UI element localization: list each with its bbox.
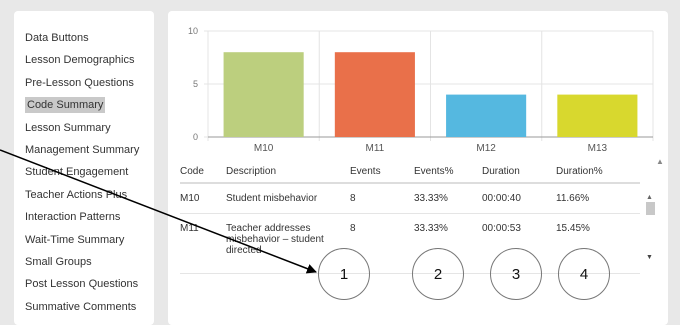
scroll-down-arrow-icon[interactable]: ▼ bbox=[646, 254, 653, 261]
header-code[interactable]: Code bbox=[180, 161, 226, 184]
table-header-row: Code Description Events Events% Duration… bbox=[180, 161, 640, 184]
sidebar-item-data-buttons[interactable]: Data Buttons bbox=[25, 27, 154, 49]
sidebar-item-student-engagement[interactable]: Student Engagement bbox=[25, 161, 154, 183]
bar-chart: 0 5 10 M10 M11 M12 M13 bbox=[188, 26, 654, 154]
sidebar-item-post-lesson-questions[interactable]: Post Lesson Questions bbox=[25, 273, 154, 295]
header-events[interactable]: Events bbox=[348, 161, 414, 184]
sidebar-item-wait-time-summary[interactable]: Wait-Time Summary bbox=[25, 229, 154, 251]
annotation-circle-2: 2 bbox=[412, 248, 464, 300]
cell-code: M11 bbox=[180, 213, 226, 274]
annotation-circle-1: 1 bbox=[318, 248, 370, 300]
sidebar-item-teacher-actions-plus[interactable]: Teacher Actions Plus bbox=[25, 184, 154, 206]
cell-events: 8 bbox=[348, 183, 414, 214]
sidebar-item-summative-comments[interactable]: Summative Comments bbox=[25, 296, 154, 318]
header-duration[interactable]: Duration bbox=[482, 161, 556, 184]
sidebar-item-pre-lesson-questions[interactable]: Pre-Lesson Questions bbox=[25, 72, 154, 94]
cell-events-percent: 33.33% bbox=[414, 183, 482, 214]
bar-m10[interactable] bbox=[223, 52, 304, 138]
cell-description: Student misbehavior bbox=[226, 183, 348, 214]
sidebar-item-lesson-demographics[interactable]: Lesson Demographics bbox=[25, 49, 154, 71]
cell-duration-percent: 11.66% bbox=[556, 183, 640, 214]
sidebar-item-small-groups[interactable]: Small Groups bbox=[25, 251, 154, 273]
x-tick-label: M11 bbox=[366, 143, 385, 154]
bar-m13[interactable] bbox=[557, 94, 638, 137]
x-tick-label: M13 bbox=[588, 143, 608, 154]
sidebar-item-management-summary[interactable]: Management Summary bbox=[25, 139, 154, 161]
code-summary-chart: 0 5 10 M10 M11 M12 M13 bbox=[168, 11, 668, 156]
cell-duration: 00:00:40 bbox=[482, 183, 556, 214]
y-tick-label: 0 bbox=[193, 132, 198, 142]
header-duration-percent[interactable]: Duration% bbox=[556, 161, 640, 184]
y-tick-label: 10 bbox=[188, 26, 198, 36]
sidebar: Data Buttons Lesson Demographics Pre-Les… bbox=[14, 11, 154, 325]
panel-scroll-up-icon[interactable]: ▲ bbox=[656, 157, 664, 166]
sidebar-item-code-summary[interactable]: Code Summary bbox=[25, 94, 154, 116]
table-scrollbar[interactable]: ▲ ▼ bbox=[646, 194, 655, 264]
bar-m12[interactable] bbox=[446, 94, 527, 137]
sidebar-item-lesson-summary[interactable]: Lesson Summary bbox=[25, 117, 154, 139]
cell-code: M10 bbox=[180, 183, 226, 214]
x-tick-label: M10 bbox=[254, 143, 274, 154]
header-events-percent[interactable]: Events% bbox=[414, 161, 482, 184]
annotation-circle-4: 4 bbox=[558, 248, 610, 300]
scroll-up-arrow-icon[interactable]: ▲ bbox=[646, 194, 653, 201]
sidebar-item-interaction-patterns[interactable]: Interaction Patterns bbox=[25, 206, 154, 228]
y-tick-label: 5 bbox=[193, 79, 198, 89]
table-row: M10 Student misbehavior 8 33.33% 00:00:4… bbox=[180, 183, 640, 214]
x-tick-label: M12 bbox=[476, 143, 496, 154]
header-description[interactable]: Description bbox=[226, 161, 348, 184]
annotation-circle-3: 3 bbox=[490, 248, 542, 300]
scrollbar-thumb[interactable] bbox=[646, 202, 655, 215]
bar-m11[interactable] bbox=[334, 52, 415, 138]
